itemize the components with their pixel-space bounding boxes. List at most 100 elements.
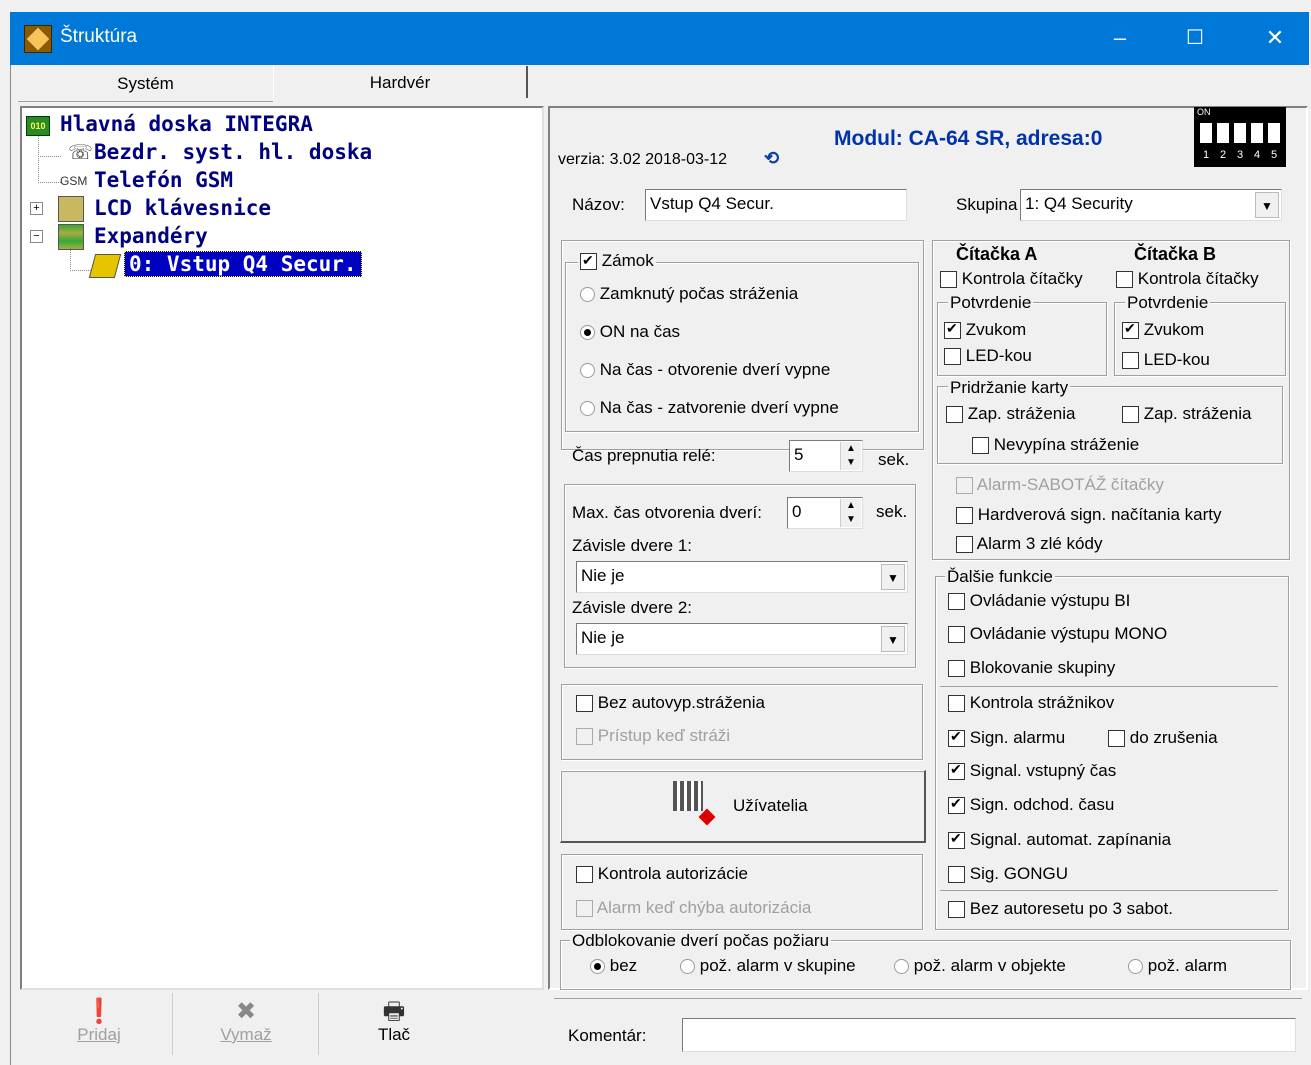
tree-item-gsm[interactable]: Telefón GSM [94, 168, 233, 192]
title-bar: Štruktúra – ☐ ✕ [10, 12, 1309, 65]
more-function-3-checkbox[interactable]: Kontrola strážnikov [948, 693, 1114, 713]
kontrola-autorizacie-label: Kontrola autorizácie [597, 864, 748, 883]
tree-item-wireless[interactable]: Bezdr. syst. hl. doska [94, 140, 372, 164]
relay-label: Čas prepnutia relé: [572, 446, 716, 465]
module-title: Modul: CA-64 SR, adresa:0 [834, 127, 1103, 150]
checkbox-icon [972, 437, 989, 455]
radio-icon [894, 959, 909, 975]
print-button[interactable]: 🖶 Tlač [320, 993, 468, 1055]
chevron-down-icon[interactable]: ▼ [881, 626, 905, 652]
more-function-1-checkbox[interactable]: Ovládanie výstupu MONO [948, 624, 1167, 644]
lock-option-2[interactable]: Na čas - otvorenie dverí vypne [580, 360, 830, 380]
more-function-8-checkbox[interactable]: Sig. GONGU [948, 864, 1068, 884]
hardverova-checkbox[interactable]: Hardverová sign. načítania karty [956, 505, 1222, 525]
lock-option-0[interactable]: Zamknutý počas stráženia [580, 284, 798, 304]
maximize-button[interactable]: ☐ [1175, 22, 1215, 54]
printer-icon: 🖶 [382, 998, 406, 1025]
dep-door-2-label: Závisle dvere 2: [572, 598, 692, 617]
more-function-6-checkbox[interactable]: Sign. odchod. času [948, 795, 1114, 815]
tree-item-selected[interactable]: 0: Vstup Q4 Secur. [124, 251, 362, 277]
print-label: Tlač [377, 1025, 411, 1044]
comment-input[interactable] [682, 1018, 1296, 1052]
hold-a-checkbox[interactable]: Zap. stráženia [946, 404, 1075, 424]
dip-number: 2 [1220, 149, 1227, 161]
more-function-9-checkbox[interactable]: Bez autoresetu po 3 sabot. [948, 899, 1173, 919]
max-door-spinner[interactable]: 0 ▲ ▼ [787, 497, 863, 529]
reader-b-led-checkbox[interactable]: LED-kou [1122, 350, 1210, 370]
more-functions-title: Ďalšie funkcie [945, 567, 1055, 586]
spin-arrows-icon[interactable]: ▲ ▼ [840, 442, 861, 470]
reader-b-led-label: LED-kou [1143, 350, 1210, 369]
tree-item-expanders[interactable]: Expandéry [94, 224, 208, 248]
name-input[interactable]: Vstup Q4 Secur. [645, 189, 907, 221]
reader-a-led-checkbox[interactable]: LED-kou [944, 346, 1032, 366]
lock-checkbox[interactable] [580, 251, 597, 271]
checkbox-icon [1122, 320, 1139, 340]
window-title: Štruktúra [60, 26, 138, 47]
fire-option-1[interactable]: pož. alarm v skupine [680, 956, 856, 976]
checkbox-icon [1122, 352, 1139, 370]
reader-a-zvukom-checkbox[interactable]: Zvukom [944, 320, 1026, 340]
alarm3-checkbox[interactable]: Alarm 3 zlé kódy [956, 534, 1102, 554]
tree-item-mainboard[interactable]: Hlavná doska INTEGRA [60, 112, 313, 136]
checkbox-icon [948, 830, 965, 850]
pristup-checkbox[interactable]: Prístup keď stráži [576, 726, 730, 746]
lock-option-label: Na čas - otvorenie dverí vypne [599, 360, 831, 379]
more-function-5-checkbox[interactable]: Signal. vstupný čas [948, 761, 1116, 781]
checkbox-icon [944, 348, 961, 366]
dip-switch-1 [1200, 123, 1212, 143]
spin-arrows-icon[interactable]: ▲ ▼ [840, 499, 861, 527]
dip-switch-3 [1234, 123, 1246, 143]
close-button[interactable]: ✕ [1255, 22, 1295, 54]
delete-button[interactable]: ✖ Vymaž [174, 993, 319, 1055]
alarm-autorizacia-checkbox[interactable]: Alarm keď chýba autorizácia [576, 898, 811, 918]
collapse-minus-icon[interactable]: − [30, 230, 43, 243]
group-select[interactable]: 1: Q4 Security ▼ [1020, 189, 1282, 221]
sabotaz-checkbox[interactable]: Alarm-SABOTÁŽ čítačky [956, 475, 1164, 495]
dip-number: 3 [1237, 149, 1244, 161]
dip-switch-2 [1217, 123, 1229, 143]
dip-switch[interactable]: ON 1 2 3 4 5 [1194, 107, 1286, 167]
do-zrusenia-checkbox[interactable]: do zrušenia [1108, 728, 1218, 748]
dep-door-1-value: Nie je [581, 566, 625, 585]
relay-spinner[interactable]: 5 ▲ ▼ [789, 440, 863, 472]
users-button[interactable]: Užívatelia [560, 770, 926, 843]
reader-b-zvukom-checkbox[interactable]: Zvukom [1122, 320, 1204, 340]
more-function-7-checkbox[interactable]: Signal. automat. zapínania [948, 830, 1171, 850]
reader-a-kontrola-checkbox[interactable]: Kontrola čítačky [940, 269, 1083, 289]
radio-icon [680, 959, 695, 975]
nevypina-checkbox[interactable]: Nevypína stráženie [972, 435, 1139, 455]
tree-item-lcd[interactable]: LCD klávesnice [94, 196, 271, 220]
fire-option-2[interactable]: pož. alarm v objekte [894, 956, 1066, 976]
reader-b-kontrola-checkbox[interactable]: Kontrola čítačky [1116, 269, 1259, 289]
expand-plus-icon[interactable]: + [30, 202, 43, 215]
dep-door-1-select[interactable]: Nie je ▼ [576, 561, 908, 593]
hold-b-checkbox[interactable]: Zap. stráženia [1122, 404, 1251, 424]
fire-option-label: pož. alarm v skupine [699, 956, 856, 975]
bez-autovyp-checkbox[interactable]: Bez autovyp.stráženia [576, 693, 765, 713]
chevron-down-icon[interactable]: ▼ [881, 564, 905, 590]
lock-option-3[interactable]: Na čas - zatvorenie dverí vypne [580, 398, 839, 418]
refresh-icon[interactable]: ⟲ [764, 148, 779, 169]
minimize-button[interactable]: – [1100, 22, 1140, 54]
fire-option-3[interactable]: pož. alarm [1128, 956, 1227, 976]
tab-system[interactable]: Systém [18, 67, 273, 102]
more-function-2-checkbox[interactable]: Blokovanie skupiny [948, 658, 1115, 678]
lock-option-1[interactable]: ON na čas [580, 322, 680, 342]
more-function-label: Ovládanie výstupu MONO [969, 624, 1168, 643]
alarm3-label: Alarm 3 zlé kódy [976, 534, 1103, 553]
more-function-0-checkbox[interactable]: Ovládanie výstupu BI [948, 591, 1130, 611]
lock-option-label: Zamknutý počas stráženia [599, 284, 799, 303]
more-function-label: Blokovanie skupiny [969, 658, 1116, 677]
add-button[interactable]: ❗ Pridaj [26, 993, 173, 1055]
chevron-down-icon[interactable]: ▼ [1255, 192, 1279, 218]
group-label: Skupina [956, 195, 1018, 214]
fire-option-0[interactable]: bez [590, 956, 637, 976]
tab-hardware[interactable]: Hardvér [273, 66, 528, 98]
checkbox-icon [1108, 730, 1125, 748]
structure-tree[interactable]: 010 Hlavná doska INTEGRA ☏ Bezdr. syst. … [20, 106, 544, 990]
dep-door-2-select[interactable]: Nie je ▼ [576, 623, 908, 655]
pristup-label: Prístup keď stráži [597, 726, 731, 745]
more-function-4-checkbox[interactable]: Sign. alarmu [948, 728, 1065, 748]
kontrola-autorizacie-checkbox[interactable]: Kontrola autorizácie [576, 864, 748, 884]
